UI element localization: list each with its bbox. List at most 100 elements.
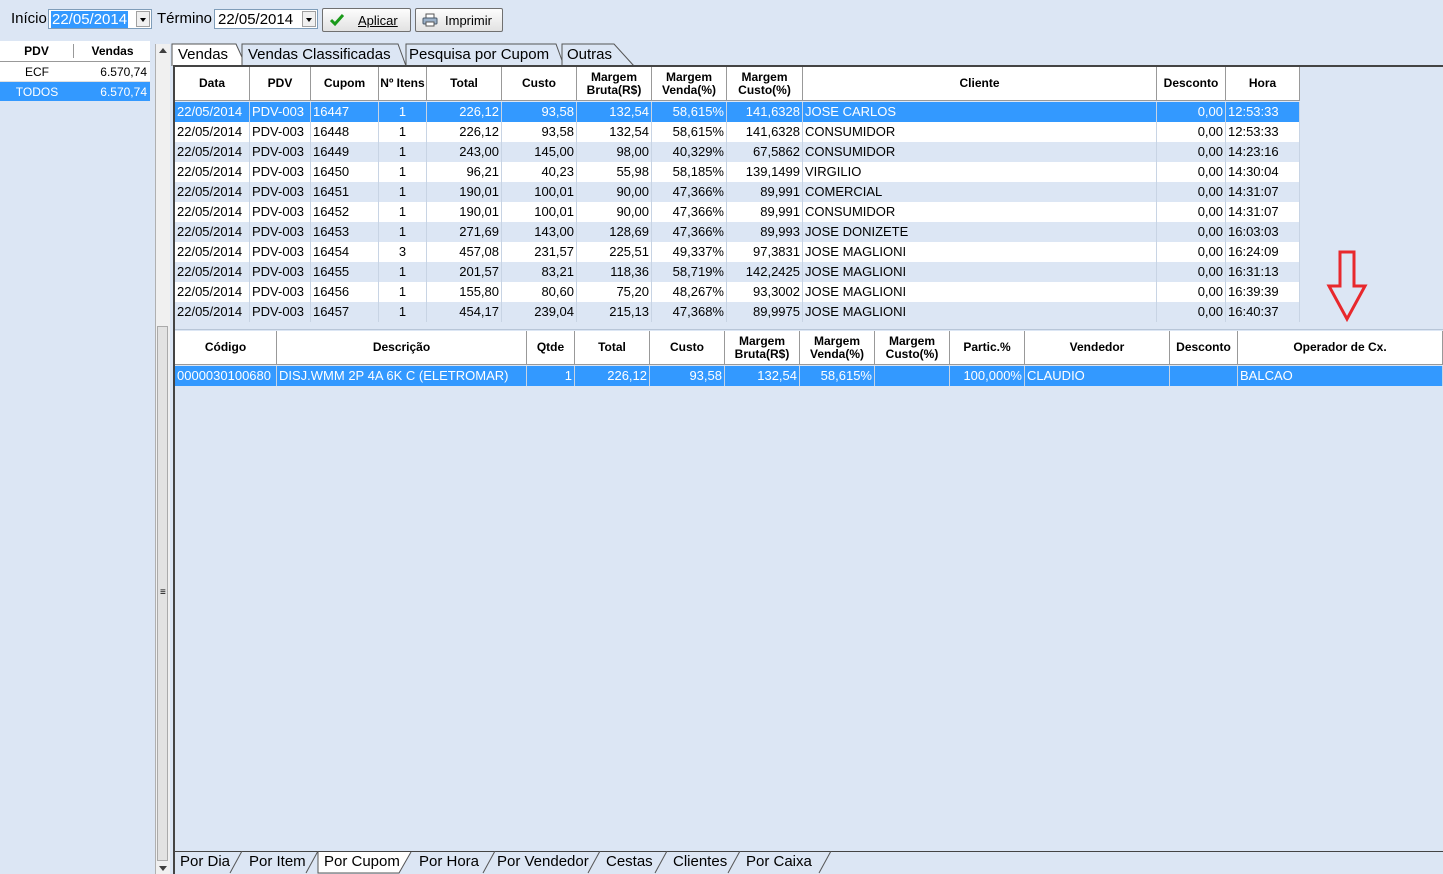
table-row[interactable]: 22/05/2014 PDV-003 16452 1 190,01 100,01 90,00…: [175, 202, 1300, 222]
hora-col-header[interactable]: Hora: [1226, 67, 1300, 101]
table-row[interactable]: 0000030100680 DISJ.WMM 2P 4A 6K C (ELETRO…: [175, 366, 1443, 386]
total-cell: 243,00: [427, 142, 502, 162]
margem-bruta-cell: 128,69: [577, 222, 652, 242]
total-col-header[interactable]: Total: [575, 331, 650, 365]
table-row[interactable]: 22/05/2014 PDV-003 16455 1 201,57 83,21 118,36…: [175, 262, 1300, 282]
n-itens-cell: 1: [379, 262, 427, 282]
table-row[interactable]: 22/05/2014 PDV-003 16448 1 226,12 93,58 132,54…: [175, 122, 1300, 142]
margem-bruta-cell: 132,54: [577, 122, 652, 142]
cupom-cell: 16453: [311, 222, 379, 242]
margem-bruta-cell: 132,54: [725, 366, 800, 386]
margem-venda-col-header[interactable]: Margem Venda(%): [800, 331, 875, 365]
desconto-col-header[interactable]: Desconto: [1170, 331, 1238, 365]
desconto-cell: 0,00: [1157, 242, 1226, 262]
margem-bruta-col-header[interactable]: Margem Bruta(R$): [577, 67, 652, 101]
total-col-header[interactable]: Total: [427, 67, 502, 101]
tab-clientes[interactable]: Clientes: [673, 852, 727, 872]
tab-outras[interactable]: Outras: [567, 45, 612, 65]
margem-bruta-cell: 98,00: [577, 142, 652, 162]
hora-cell: 14:31:07: [1226, 202, 1300, 222]
n-itens-cell: 1: [379, 162, 427, 182]
scroll-up-icon[interactable]: [159, 48, 167, 53]
tab-por-caixa[interactable]: Por Caixa: [746, 852, 812, 872]
tab-por-vendedor[interactable]: Por Vendedor: [497, 852, 589, 872]
margem-custo-col-header[interactable]: Margem Custo(%): [875, 331, 950, 365]
tab-cestas[interactable]: Cestas: [606, 852, 653, 872]
desconto-col-header[interactable]: Desconto: [1157, 67, 1226, 101]
scroll-down-icon[interactable]: [159, 866, 167, 871]
partic-col-header[interactable]: Partic.%: [950, 331, 1025, 365]
tab-por-cupom[interactable]: Por Cupom: [324, 852, 400, 872]
codigo-cell: 0000030100680: [175, 366, 277, 386]
dropdown-arrow-icon[interactable]: [136, 11, 150, 27]
data-cell: 22/05/2014: [175, 202, 250, 222]
margem-bruta-cell: 90,00: [577, 182, 652, 202]
pdv-row-selected[interactable]: TODOS 6.570,74: [0, 82, 150, 101]
codigo-col-header[interactable]: Código: [175, 331, 277, 365]
table-row[interactable]: 22/05/2014 PDV-003 16454 3 457,08 231,57 225,5…: [175, 242, 1300, 262]
printer-icon: [422, 13, 438, 27]
inicio-date-field[interactable]: 22/05/2014: [48, 9, 152, 29]
cupom-col-header[interactable]: Cupom: [311, 67, 379, 101]
tab-vendas[interactable]: Vendas: [178, 45, 228, 65]
desconto-cell: 0,00: [1157, 302, 1226, 322]
custo-col-header[interactable]: Custo: [650, 331, 725, 365]
tab-pesquisa-por-cupom[interactable]: Pesquisa por Cupom: [409, 45, 549, 65]
vertical-scrollbar[interactable]: ≡: [155, 44, 170, 874]
descricao-col-header[interactable]: Descrição: [277, 331, 527, 365]
custo-col-header[interactable]: Custo: [502, 67, 577, 101]
operador-cx-col-header[interactable]: Operador de Cx.: [1238, 331, 1443, 365]
table-row[interactable]: 22/05/2014 PDV-003 16447 1 226,12 93,58 132,54…: [175, 102, 1300, 122]
table-row[interactable]: 22/05/2014 PDV-003 16451 1 190,01 100,01 90,00…: [175, 182, 1300, 202]
table-row[interactable]: 22/05/2014 PDV-003 16457 1 454,17 239,04 215,1…: [175, 302, 1300, 322]
tab-por-hora[interactable]: Por Hora: [419, 852, 479, 872]
dropdown-arrow-icon[interactable]: [302, 11, 316, 27]
total-cell: 190,01: [427, 202, 502, 222]
hora-cell: 14:31:07: [1226, 182, 1300, 202]
table-row[interactable]: 22/05/2014 PDV-003 16450 1 96,21 40,23 55,98 58…: [175, 162, 1300, 182]
custo-cell: 145,00: [502, 142, 577, 162]
table-row[interactable]: 22/05/2014 PDV-003 16449 1 243,00 145,00 98,00…: [175, 142, 1300, 162]
tab-vendas-classificadas[interactable]: Vendas Classificadas: [248, 45, 391, 65]
table-row[interactable]: 22/05/2014 PDV-003 16456 1 155,80 80,60 75,20 4…: [175, 282, 1300, 302]
pdv-cell: PDV-003: [250, 122, 311, 142]
data-cell: 22/05/2014: [175, 262, 250, 282]
n-itens-cell: 1: [379, 302, 427, 322]
table-row[interactable]: 22/05/2014 PDV-003 16453 1 271,69 143,00 128,6…: [175, 222, 1300, 242]
imprimir-button[interactable]: Imprimir: [415, 8, 503, 32]
qtde-col-header[interactable]: Qtde: [527, 331, 575, 365]
margem-venda-col-header[interactable]: Margem Venda(%): [652, 67, 727, 101]
termino-date-value: 22/05/2014: [218, 11, 294, 28]
margem-custo-cell: 89,993: [727, 222, 803, 242]
scroll-thumb[interactable]: ≡: [157, 326, 168, 861]
tab-por-dia[interactable]: Por Dia: [180, 852, 230, 872]
cupom-cell: 16447: [311, 102, 379, 122]
margem-venda-cell: 47,366%: [652, 182, 727, 202]
data-cell: 22/05/2014: [175, 182, 250, 202]
data-cell: 22/05/2014: [175, 162, 250, 182]
desconto-cell: 0,00: [1157, 262, 1226, 282]
pdv-cell: PDV-003: [250, 222, 311, 242]
desconto-cell: 0,00: [1157, 282, 1226, 302]
aplicar-button[interactable]: Aplicar: [322, 8, 411, 32]
vendedor-cell: CLAUDIO: [1025, 366, 1170, 386]
data-col-header[interactable]: Data: [175, 67, 250, 101]
margem-venda-cell: 49,337%: [652, 242, 727, 262]
termino-date-field[interactable]: 22/05/2014: [214, 9, 318, 29]
margem-custo-col-header[interactable]: Margem Custo(%): [727, 67, 803, 101]
margem-custo-cell: 141,6328: [727, 102, 803, 122]
margem-bruta-col-header[interactable]: Margem Bruta(R$): [725, 331, 800, 365]
pdv-row[interactable]: ECF 6.570,74: [0, 62, 150, 82]
vendedor-col-header[interactable]: Vendedor: [1025, 331, 1170, 365]
cliente-col-header[interactable]: Cliente: [803, 67, 1157, 101]
margem-bruta-cell: 118,36: [577, 262, 652, 282]
margem-venda-cell: 58,719%: [652, 262, 727, 282]
sales-grid: Data PDV Cupom Nº Itens Total Custo Margem Bru…: [175, 67, 1300, 322]
custo-cell: 93,58: [502, 102, 577, 122]
tab-por-item[interactable]: Por Item: [249, 852, 306, 872]
cupom-cell: 16457: [311, 302, 379, 322]
pdv-col-header[interactable]: PDV: [250, 67, 311, 101]
hora-cell: 14:23:16: [1226, 142, 1300, 162]
n-itens-col-header[interactable]: Nº Itens: [379, 67, 427, 101]
desconto-cell: 0,00: [1157, 142, 1226, 162]
